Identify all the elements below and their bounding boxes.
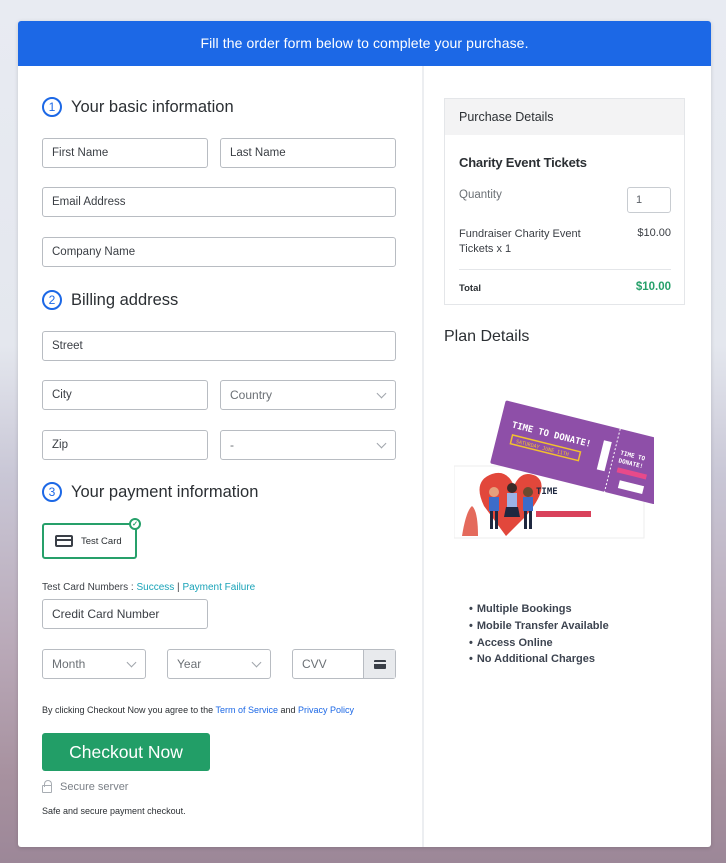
card-number-input[interactable]: Credit Card Number [42,599,208,629]
credit-card-icon [373,659,386,669]
quantity-input[interactable]: 1 [627,187,671,213]
cvv-addon [363,650,395,678]
privacy-policy-link[interactable]: Privacy Policy [298,705,354,715]
terms-and: and [277,705,298,715]
chevron-down-icon [126,657,137,668]
divider [459,269,671,270]
safe-checkout-text: Safe and secure payment checkout. [42,806,186,816]
terms-of-service-link[interactable]: Term of Service [215,705,278,715]
month-select[interactable]: Month [42,649,146,679]
state-value: - [230,438,234,452]
chevron-down-icon [251,657,262,668]
product-title: Charity Event Tickets [459,155,587,170]
header-banner: Fill the order form below to complete yo… [18,21,711,66]
credit-card-icon [55,535,73,547]
test-numbers-label: Test Card Numbers : [42,582,137,593]
last-name-input[interactable]: Last Name [220,138,396,168]
total-label: Total [459,283,481,294]
cvv-input[interactable]: CVV [292,649,396,679]
company-input[interactable]: Company Name [42,237,396,267]
feature-item: Multiple Bookings [469,601,609,618]
lock-icon [42,780,52,793]
purchase-details-box: Purchase Details Charity Event Tickets Q… [444,98,685,305]
test-card-numbers: Test Card Numbers : Success | Payment Fa… [42,582,255,593]
first-name-input[interactable]: First Name [42,138,208,168]
section-title: Billing address [71,290,179,309]
total-value: $10.00 [635,281,671,293]
payment-failure-link[interactable]: Payment Failure [182,582,255,593]
country-select[interactable]: Country [220,380,396,410]
summary-column: Purchase Details Charity Event Tickets Q… [424,66,711,847]
test-card-option[interactable]: Test Card ✓ [42,518,141,559]
success-link[interactable]: Success [136,582,174,593]
section-payment: 3 Your payment information [42,482,258,502]
form-column: 1 Your basic information First Name Last… [18,66,422,847]
email-input[interactable]: Email Address [42,187,396,217]
quantity-label: Quantity [459,189,502,201]
city-input[interactable]: City [42,380,208,410]
chevron-down-icon [376,388,387,399]
state-select[interactable]: - [220,430,396,460]
svg-text:TIME: TIME [536,487,558,497]
check-circle-icon: ✓ [129,518,141,530]
section-title: Your payment information [71,482,259,501]
month-value: Month [52,657,86,671]
feature-item: No Additional Charges [469,651,609,668]
cvv-placeholder: CVV [302,657,327,671]
feature-item: Access Online [469,635,609,652]
terms-text: By clicking Checkout Now you agree to th… [42,705,354,715]
year-select[interactable]: Year [167,649,271,679]
step-1-icon: 1 [42,97,62,117]
feature-item: Mobile Transfer Available [469,618,609,635]
section-title: Your basic information [71,97,234,116]
plan-features-list: Multiple Bookings Mobile Transfer Availa… [469,601,609,668]
purchase-details-header: Purchase Details [445,99,684,135]
order-form-card: Fill the order form below to complete yo… [18,21,711,847]
year-value: Year [177,657,202,671]
line-item-name: Fundraiser Charity Event Tickets x 1 [459,228,581,255]
secure-server: Secure server [42,780,129,793]
test-card-label: Test Card [81,535,122,547]
section-billing: 2 Billing address [42,290,178,310]
zip-input[interactable]: Zip [42,430,208,460]
country-value: Country [230,388,273,402]
secure-server-label: Secure server [60,781,129,793]
section-basic-info: 1 Your basic information [42,97,234,117]
terms-prefix: By clicking Checkout Now you agree to th… [42,705,216,715]
line-item-price: $10.00 [637,227,671,239]
checkout-now-button[interactable]: Checkout Now [42,733,210,771]
chevron-down-icon [376,438,387,449]
step-3-icon: 3 [42,482,62,502]
step-2-icon: 2 [42,290,62,310]
street-input[interactable]: Street [42,331,396,361]
plan-details-title: Plan Details [444,328,530,345]
ticket-illustration: TIME TIME TO DONATE! SATURDAY JUNE 11TH … [453,400,671,539]
ticket-image: TIME TIME TO DONATE! SATURDAY JUNE 11TH … [453,396,671,546]
